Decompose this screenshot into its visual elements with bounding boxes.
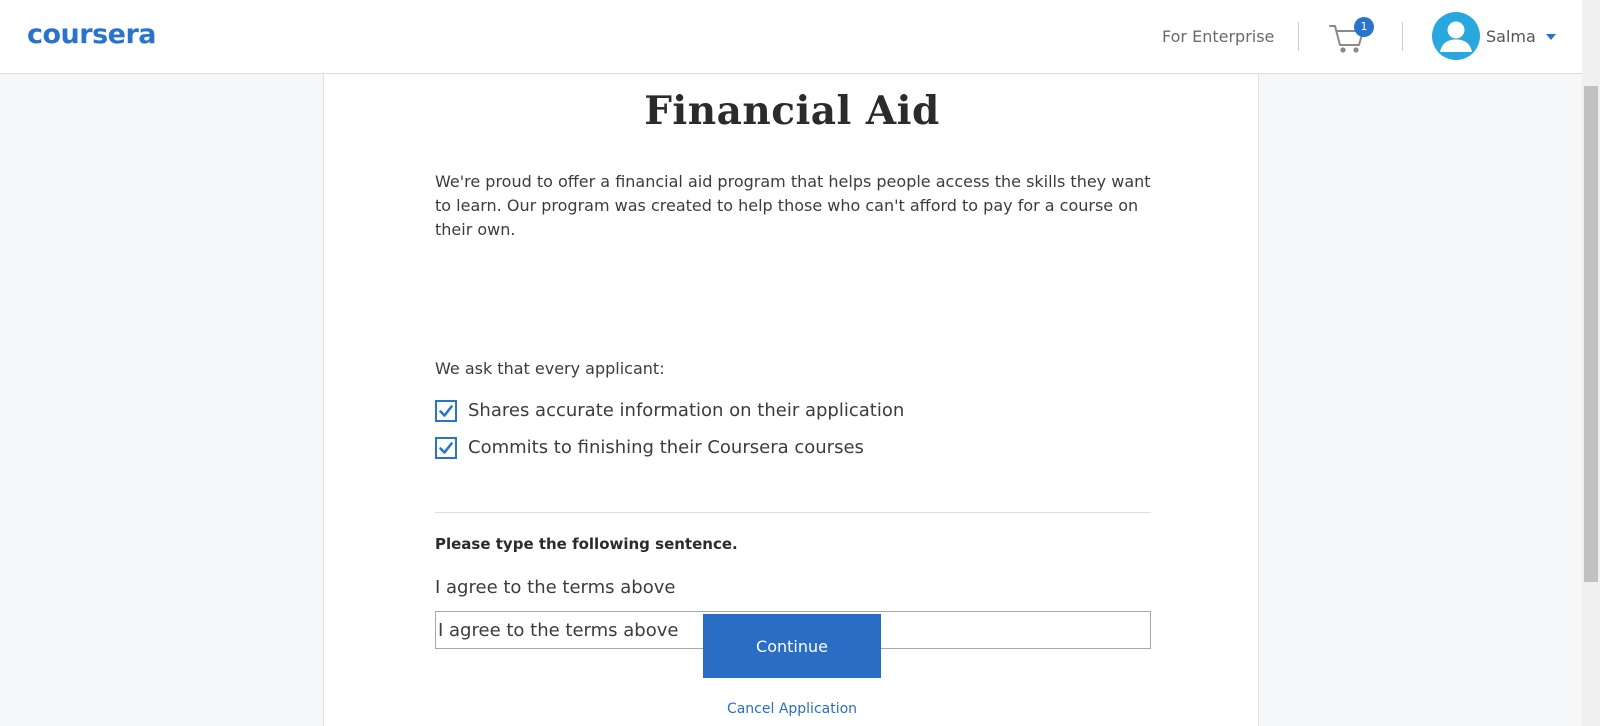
- chevron-down-icon: [1546, 34, 1556, 40]
- cart-count-badge: 1: [1354, 17, 1374, 37]
- requirement-label: Shares accurate information on their app…: [468, 400, 905, 421]
- header-divider: [1298, 22, 1299, 51]
- page-scrollbar[interactable]: [1582, 0, 1600, 726]
- for-enterprise-link[interactable]: For Enterprise: [1162, 27, 1274, 47]
- form-content: We're proud to offer a financial aid pro…: [435, 170, 1151, 649]
- user-name: Salma: [1486, 27, 1536, 46]
- financial-aid-card: Financial Aid We're proud to offer a fin…: [323, 74, 1259, 726]
- requirement-checkbox-commit[interactable]: Commits to finishing their Coursera cour…: [435, 436, 1035, 460]
- checkbox-checked-icon[interactable]: [435, 400, 457, 422]
- coursera-logo[interactable]: coursera: [27, 19, 157, 51]
- sentence-to-type: I agree to the terms above: [435, 577, 676, 598]
- user-menu[interactable]: Salma: [1432, 12, 1572, 62]
- scrollbar-thumb[interactable]: [1584, 86, 1598, 582]
- checkbox-checked-icon[interactable]: [435, 437, 457, 459]
- user-avatar-icon: [1432, 12, 1480, 60]
- top-header: coursera For Enterprise 1 Salma: [0, 0, 1582, 74]
- section-divider: [435, 512, 1151, 513]
- cart-button[interactable]: 1: [1328, 17, 1374, 57]
- continue-button[interactable]: Continue: [703, 614, 881, 678]
- requirement-label: Commits to finishing their Coursera cour…: [468, 437, 864, 458]
- requirement-checkbox-accurate-info[interactable]: Shares accurate information on their app…: [435, 399, 1035, 423]
- intro-paragraph: We're proud to offer a financial aid pro…: [435, 172, 1151, 239]
- header-divider: [1402, 22, 1403, 51]
- page-title: Financial Aid: [644, 88, 940, 134]
- cancel-application-link[interactable]: Cancel Application: [324, 700, 1260, 718]
- type-sentence-prompt: Please type the following sentence.: [435, 535, 738, 553]
- requirements-heading: We ask that every applicant:: [435, 359, 665, 378]
